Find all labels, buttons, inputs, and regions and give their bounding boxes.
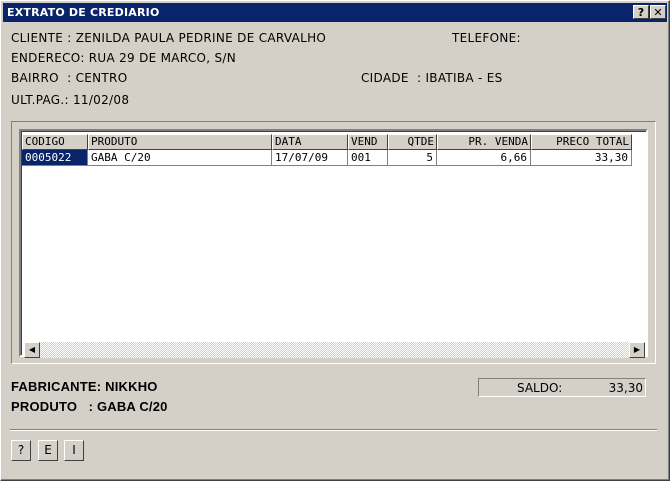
col-header-codigo[interactable]: CODIGO bbox=[22, 134, 88, 150]
col-header-pr-venda[interactable]: PR. VENDA bbox=[437, 134, 531, 150]
col-header-vend[interactable]: VEND bbox=[348, 134, 388, 150]
help-title-button[interactable]: ? bbox=[633, 5, 649, 19]
produto-label: PRODUTO : GABA C/20 bbox=[11, 399, 168, 414]
cell-produto[interactable]: GABA C/20 bbox=[88, 150, 272, 166]
scroll-left-icon[interactable]: ◀ bbox=[24, 342, 40, 358]
cell-codigo[interactable]: 0005022 bbox=[22, 150, 88, 166]
cell-vend[interactable]: 001 bbox=[348, 150, 388, 166]
window-title: EXTRATO DE CREDIARIO bbox=[7, 6, 160, 19]
cell-data[interactable]: 17/07/09 bbox=[272, 150, 348, 166]
scroll-right-icon[interactable]: ▶ bbox=[629, 342, 645, 358]
cidade-label: CIDADE : IBATIBA - ES bbox=[361, 71, 503, 85]
cliente-label: CLIENTE : ZENILDA PAULA PEDRINE DE CARVA… bbox=[11, 31, 327, 45]
cell-qtde[interactable]: 5 bbox=[388, 150, 437, 166]
saldo-label: SALDO: bbox=[517, 381, 563, 395]
col-header-preco-total[interactable]: PRECO TOTAL bbox=[531, 134, 632, 150]
endereco-label: ENDERECO: RUA 29 DE MARCO, S/N bbox=[11, 51, 237, 65]
bottom-divider bbox=[10, 429, 657, 431]
saldo-value: 33,30 bbox=[608, 381, 643, 395]
col-header-produto[interactable]: PRODUTO bbox=[88, 134, 272, 150]
title-bar: EXTRATO DE CREDIARIO ? ✕ bbox=[3, 3, 667, 22]
scroll-track[interactable] bbox=[40, 342, 629, 358]
ult-pag-label: ULT.PAG.: 11/02/08 bbox=[11, 93, 130, 107]
cell-preco-total[interactable]: 33,30 bbox=[531, 150, 632, 166]
grid-body: CODIGO PRODUTO DATA VEND QTDE PR. VENDA … bbox=[21, 131, 646, 358]
help-button[interactable]: ? bbox=[11, 440, 31, 461]
fabricante-label: FABRICANTE: NIKKHO bbox=[11, 379, 158, 394]
saldo-box: SALDO: 33,30 bbox=[478, 378, 646, 397]
horizontal-scrollbar[interactable]: ◀ ▶ bbox=[24, 342, 645, 358]
close-button[interactable]: ✕ bbox=[650, 5, 666, 19]
telefone-label: TELEFONE: bbox=[452, 31, 521, 45]
items-grid[interactable]: CODIGO PRODUTO DATA VEND QTDE PR. VENDA … bbox=[19, 129, 648, 358]
bairro-label: BAIRRO : CENTRO bbox=[11, 71, 128, 85]
col-header-data[interactable]: DATA bbox=[272, 134, 348, 150]
e-button[interactable]: E bbox=[38, 440, 58, 461]
i-button[interactable]: I bbox=[64, 440, 84, 461]
col-header-qtde[interactable]: QTDE bbox=[388, 134, 437, 150]
cell-pr-venda[interactable]: 6,66 bbox=[437, 150, 531, 166]
